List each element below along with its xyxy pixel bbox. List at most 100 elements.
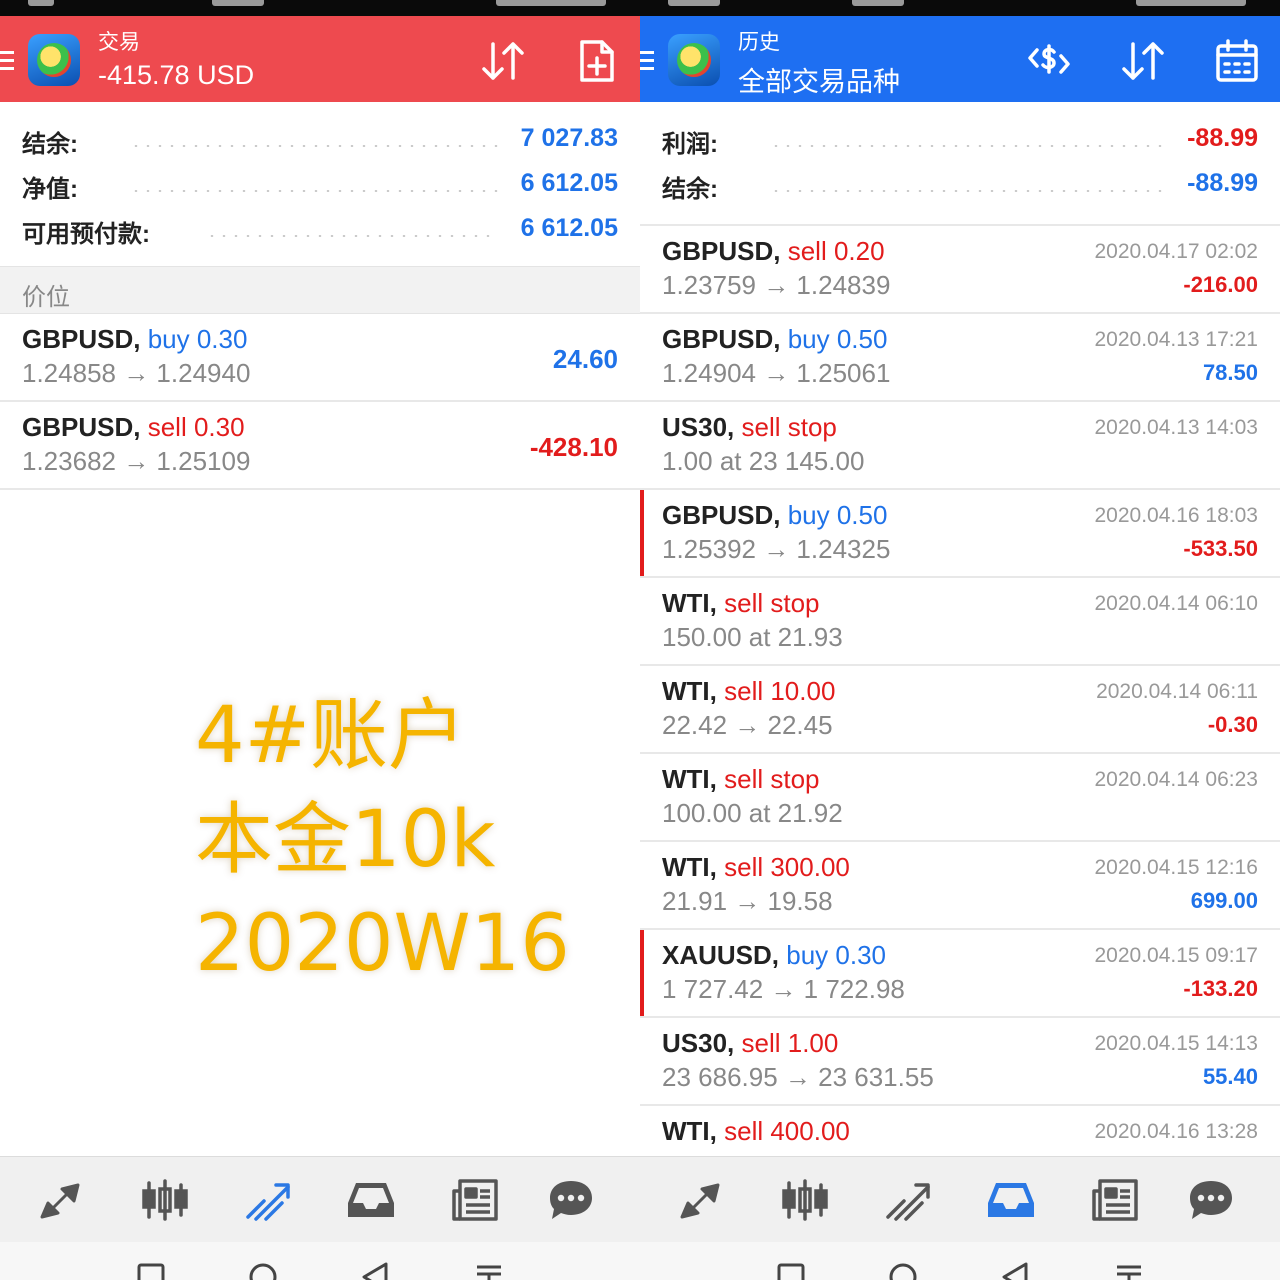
deal-time: 2020.04.14 06:11 xyxy=(1096,680,1258,703)
deal-side: sell 10.00 xyxy=(724,676,836,706)
deal-time: 2020.04.17 02:02 xyxy=(1094,240,1259,263)
menu-icon[interactable] xyxy=(0,51,14,75)
deal-time: 2020.04.15 12:16 xyxy=(1094,856,1259,879)
free-margin-value: 6 612.05 xyxy=(520,214,618,242)
floating-profit: -415.78 USD xyxy=(98,60,255,90)
history-header: 历史 全部交易品种 xyxy=(640,16,1280,102)
deal-row[interactable]: WTI, sell stop 150.00 at 21.93 2020.04.1… xyxy=(640,578,1280,666)
history-icon[interactable] xyxy=(346,1177,396,1223)
deal-symbol: WTI xyxy=(662,764,710,794)
screen-title: 交易 xyxy=(98,31,140,54)
balance-value: -88.99 xyxy=(1187,169,1258,197)
deal-prices: 100.00 at 21.92 xyxy=(662,798,843,828)
chart-icon[interactable] xyxy=(140,1177,190,1223)
deal-time: 2020.04.13 14:03 xyxy=(1094,416,1259,439)
chart-icon[interactable] xyxy=(780,1177,830,1223)
deal-side: sell 0.20 xyxy=(787,236,885,266)
deal-symbol: US30 xyxy=(662,412,728,442)
deal-side: sell 300.00 xyxy=(724,852,850,882)
history-icon[interactable] xyxy=(986,1177,1036,1223)
deal-prices: 1.25392 → 1.24325 xyxy=(662,534,891,564)
deal-row[interactable]: WTI, sell 10.00 22.42 → 22.45 2020.04.14… xyxy=(640,666,1280,754)
trade-icon[interactable] xyxy=(244,1177,294,1223)
trade-icon[interactable] xyxy=(884,1177,934,1223)
position-prices: 1.24858 → 1.24940 xyxy=(22,358,251,388)
deal-time: 2020.04.16 18:03 xyxy=(1094,504,1259,527)
screen-title: 历史 xyxy=(738,31,780,54)
status-bar xyxy=(0,0,1280,16)
account-summary: 结余: 7 027.83 净值: 6 612.05 可用预付款: 6 612.0… xyxy=(0,116,640,251)
deal-time: 2020.04.13 17:21 xyxy=(1094,328,1259,351)
currency-exchange-icon[interactable] xyxy=(1026,38,1072,84)
position-row[interactable]: GBPUSD, sell 0.30 1.23682 → 1.25109 -428… xyxy=(0,402,640,490)
deal-row[interactable]: GBPUSD, buy 0.50 1.24904 → 1.25061 2020.… xyxy=(640,314,1280,402)
news-icon[interactable] xyxy=(450,1177,500,1223)
back-triangle-icon[interactable] xyxy=(1000,1262,1030,1280)
deal-row[interactable]: WTI, sell stop 100.00 at 21.92 2020.04.1… xyxy=(640,754,1280,842)
calendar-icon[interactable] xyxy=(1214,38,1260,84)
deal-prices: 21.91 → 19.58 xyxy=(662,886,833,916)
deal-prices: 150.00 at 21.93 xyxy=(662,622,843,652)
quotes-icon[interactable] xyxy=(38,1177,88,1223)
deal-profit: -216.00 xyxy=(1183,272,1258,297)
circle-icon[interactable] xyxy=(888,1262,918,1280)
sort-icon[interactable] xyxy=(1120,38,1166,84)
new-order-icon[interactable] xyxy=(574,38,620,84)
sort-icon[interactable] xyxy=(480,38,526,84)
menu-icon[interactable] xyxy=(640,51,654,75)
symbol-filter[interactable]: 全部交易品种 xyxy=(738,60,900,99)
back-triangle-icon[interactable] xyxy=(360,1262,390,1280)
deal-side: sell stop xyxy=(741,412,837,442)
bottom-nav xyxy=(640,1156,1280,1242)
position-side: sell 0.30 xyxy=(147,412,245,442)
history-screen: 历史 全部交易品种 利润: -88.99 结余: -88.99 GBPUSD, … xyxy=(640,16,1280,1156)
deal-side: sell 1.00 xyxy=(741,1028,839,1058)
trade-header: 交易 -415.78 USD xyxy=(0,16,640,102)
deal-row[interactable]: WTI, sell 400.00 2020.04.16 13:28 xyxy=(640,1106,1280,1156)
deal-row[interactable]: XAUUSD, buy 0.30 1 727.42 → 1 722.98 202… xyxy=(640,930,1280,1018)
metatrader-logo xyxy=(668,34,720,86)
deal-profit: 699.00 xyxy=(1190,888,1258,913)
equity-value: 6 612.05 xyxy=(520,169,618,197)
positions-section-header: 价位 xyxy=(0,266,640,314)
deal-prices: 22.42 → 22.45 xyxy=(662,710,833,740)
menu-lines-icon[interactable] xyxy=(1114,1262,1144,1280)
deal-time: 2020.04.15 14:13 xyxy=(1094,1032,1259,1055)
summary-row-profit: 利润: -88.99 xyxy=(662,124,1258,158)
deal-symbol: US30 xyxy=(662,1028,728,1058)
deal-prices: 1 727.42 → 1 722.98 xyxy=(662,974,905,1004)
square-icon[interactable] xyxy=(776,1262,806,1280)
chat-icon[interactable] xyxy=(1186,1177,1236,1223)
summary-row-equity: 净值: 6 612.05 xyxy=(22,169,618,203)
deal-symbol: WTI xyxy=(662,588,710,618)
deal-symbol: GBPUSD xyxy=(662,236,774,266)
history-summary: 利润: -88.99 结余: -88.99 xyxy=(640,116,1280,206)
deal-row[interactable]: US30, sell stop 1.00 at 23 145.00 2020.0… xyxy=(640,402,1280,490)
quotes-icon[interactable] xyxy=(678,1177,728,1223)
deal-profit: 55.40 xyxy=(1202,1064,1258,1089)
position-row[interactable]: GBPUSD, buy 0.30 1.24858 → 1.24940 24.60 xyxy=(0,314,640,402)
summary-row-balance: 结余: 7 027.83 xyxy=(22,124,618,158)
deal-row[interactable]: US30, sell 1.00 23 686.95 → 23 631.55 20… xyxy=(640,1018,1280,1106)
deal-profit: -133.20 xyxy=(1183,976,1258,1001)
menu-lines-icon[interactable] xyxy=(474,1262,504,1280)
summary-row-free-margin: 可用预付款: 6 612.05 xyxy=(22,214,618,248)
deal-prices: 1.24904 → 1.25061 xyxy=(662,358,891,388)
deal-time: 2020.04.15 09:17 xyxy=(1094,944,1259,967)
deal-symbol: WTI xyxy=(662,1116,710,1146)
circle-icon[interactable] xyxy=(248,1262,278,1280)
deal-prices: 23 686.95 → 23 631.55 xyxy=(662,1062,934,1092)
deal-row[interactable]: GBPUSD, buy 0.50 1.25392 → 1.24325 2020.… xyxy=(640,490,1280,578)
square-icon[interactable] xyxy=(136,1262,166,1280)
deal-profit: -533.50 xyxy=(1183,536,1258,561)
deal-time: 2020.04.14 06:23 xyxy=(1094,768,1259,791)
bottom-nav xyxy=(0,1156,640,1242)
deal-row[interactable]: WTI, sell 300.00 21.91 → 19.58 2020.04.1… xyxy=(640,842,1280,930)
chat-icon[interactable] xyxy=(546,1177,596,1223)
deal-time: 2020.04.14 06:10 xyxy=(1094,592,1259,615)
news-icon[interactable] xyxy=(1090,1177,1140,1223)
deal-side: buy 0.30 xyxy=(786,940,886,970)
deal-symbol: WTI xyxy=(662,676,710,706)
deal-row[interactable]: GBPUSD, sell 0.20 1.23759 → 1.24839 2020… xyxy=(640,226,1280,314)
trade-screen: 交易 -415.78 USD 结余: 7 027.83 净值: 6 612.05… xyxy=(0,16,640,1156)
